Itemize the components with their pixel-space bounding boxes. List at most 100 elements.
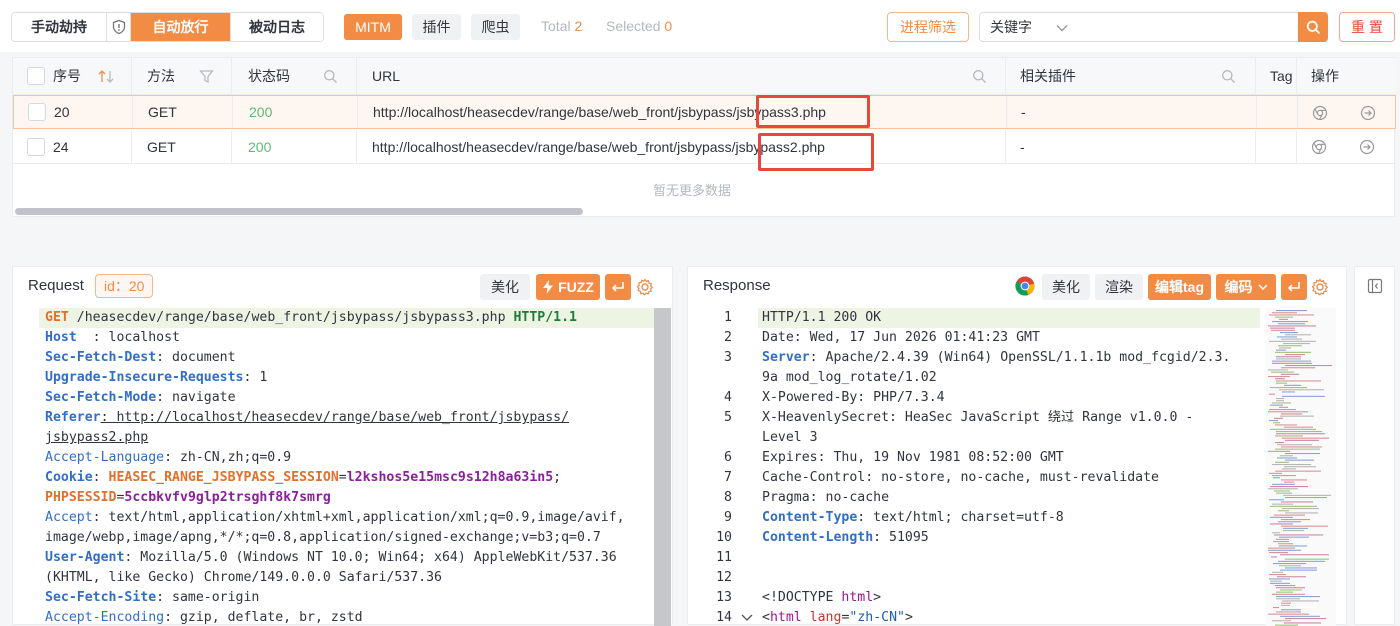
minimap-line bbox=[1279, 318, 1288, 320]
code-token: : text/html,application/xhtml+xml,applic… bbox=[92, 510, 625, 525]
minimap-line bbox=[1270, 486, 1308, 488]
code-line: Host : localhost bbox=[45, 328, 665, 348]
highlight-box bbox=[758, 133, 874, 171]
minimap-line bbox=[1268, 325, 1316, 327]
reset-button[interactable]: 重 置 bbox=[1339, 12, 1395, 42]
code-token: Cookie bbox=[45, 470, 93, 485]
search-icon[interactable] bbox=[972, 69, 987, 84]
code-token: Host bbox=[45, 330, 77, 345]
filter-icon[interactable] bbox=[199, 69, 214, 84]
search-button[interactable] bbox=[1298, 12, 1328, 42]
encode-dropdown[interactable]: 编码 bbox=[1216, 274, 1276, 300]
minimap-line bbox=[1269, 578, 1290, 580]
fold-chevron-icon[interactable] bbox=[740, 613, 754, 623]
search-type-value: 关键字 bbox=[990, 19, 1032, 35]
code-token: Sec-Fetch-Dest bbox=[45, 350, 157, 365]
minimap-line bbox=[1268, 450, 1290, 452]
enter-icon bbox=[1287, 282, 1300, 292]
code-line: Sec-Fetch-Mode: navigate bbox=[45, 388, 665, 408]
browser-icon[interactable] bbox=[1311, 139, 1327, 155]
minimap-preview bbox=[1268, 310, 1332, 626]
minimap-line bbox=[1282, 391, 1295, 393]
search-type-select[interactable]: 关键字 bbox=[979, 12, 1079, 42]
code-line: Content-Length: 51095 bbox=[762, 528, 1262, 548]
request-editor[interactable]: GET /heasecdev/range/base/web_front/jsby… bbox=[13, 308, 673, 626]
mode-auto-button[interactable]: 自动放行 bbox=[131, 13, 231, 41]
code-token: HTTP/1.1 bbox=[513, 310, 577, 325]
minimap-line bbox=[1281, 519, 1310, 521]
code-line: jsbypass2.php bbox=[45, 428, 665, 448]
minimap-line bbox=[1276, 349, 1286, 351]
row-seq: 20 bbox=[54, 104, 70, 120]
minimap-line bbox=[1272, 464, 1311, 466]
response-editor[interactable]: 1 2 3 4 5 6 7 8 9 10 11 12 13 14 HTTP/1.1 200 OK Date:… bbox=[688, 308, 1347, 626]
edit-tag-button[interactable]: 编辑tag bbox=[1148, 274, 1211, 300]
minimap-line bbox=[1276, 431, 1322, 433]
minimap-line bbox=[1281, 604, 1290, 606]
row-plugins: - bbox=[1021, 104, 1026, 120]
minimap-line bbox=[1280, 415, 1314, 417]
minimap-line bbox=[1276, 538, 1289, 540]
minimap-line bbox=[1281, 367, 1315, 369]
code-token: lang bbox=[809, 610, 842, 625]
table-row[interactable]: 20 GET 200 http://localhost/heasecdev/ra… bbox=[13, 95, 1396, 129]
minimap-line bbox=[1269, 393, 1275, 395]
minimap-line bbox=[1271, 556, 1277, 558]
process-filter-button[interactable]: 进程筛选 bbox=[887, 12, 969, 42]
minimap-line bbox=[1274, 417, 1283, 419]
mode-manual-button[interactable]: 手动劫持 bbox=[12, 13, 107, 41]
code-token: : 1 bbox=[243, 370, 268, 385]
row-checkbox[interactable] bbox=[27, 137, 45, 156]
code-token: HTTP/1.1 200 OK bbox=[762, 310, 882, 325]
render-button[interactable]: 渲染 bbox=[1095, 274, 1143, 300]
send-button[interactable] bbox=[1281, 274, 1307, 300]
shield-info-icon[interactable] bbox=[107, 13, 131, 41]
search-icon[interactable] bbox=[323, 69, 338, 84]
search-icon bbox=[1306, 20, 1320, 34]
vertical-scrollbar[interactable] bbox=[654, 308, 671, 626]
code-minimap[interactable] bbox=[1266, 308, 1336, 626]
horizontal-scrollbar[interactable] bbox=[15, 208, 583, 215]
code-line: Level 3 bbox=[762, 428, 1262, 448]
panel-toggle-icon[interactable] bbox=[1367, 278, 1383, 294]
gear-icon[interactable] bbox=[636, 278, 654, 296]
fuzz-button[interactable]: FUZZ bbox=[536, 274, 600, 300]
gear-icon[interactable] bbox=[1311, 278, 1329, 296]
line-number: 14 bbox=[716, 610, 732, 625]
code-token: "zh-CN" bbox=[849, 610, 905, 625]
minimap-line bbox=[1275, 351, 1311, 353]
code-token: < bbox=[762, 610, 770, 625]
code-token: html bbox=[769, 610, 802, 625]
search-icon[interactable] bbox=[1221, 69, 1236, 84]
tag-mitm[interactable]: MITM bbox=[344, 14, 402, 40]
beautify-button[interactable]: 美化 bbox=[1042, 274, 1090, 300]
browser-icon[interactable] bbox=[1312, 105, 1328, 121]
minimap-line bbox=[1275, 461, 1289, 463]
goto-icon[interactable] bbox=[1359, 139, 1375, 155]
line-number: 10 bbox=[716, 530, 732, 545]
code-line: Upgrade-Insecure-Requests: 1 bbox=[45, 368, 665, 388]
row-checkbox[interactable] bbox=[28, 103, 46, 121]
minimap-line bbox=[1279, 389, 1324, 391]
sort-icon[interactable] bbox=[97, 69, 117, 84]
minimap-line bbox=[1273, 563, 1306, 565]
chrome-icon[interactable] bbox=[1015, 276, 1035, 296]
minimap-line bbox=[1278, 323, 1305, 325]
minimap-line bbox=[1273, 477, 1280, 479]
tag-crawler[interactable]: 爬虫 bbox=[471, 14, 520, 40]
minimap-line bbox=[1274, 490, 1290, 492]
table-row[interactable]: 24 GET 200 http://localhost/heasecdev/ra… bbox=[13, 130, 1396, 164]
search-input[interactable] bbox=[1078, 12, 1299, 42]
tag-plugin[interactable]: 插件 bbox=[412, 14, 461, 40]
beautify-button[interactable]: 美化 bbox=[480, 274, 530, 300]
goto-icon[interactable] bbox=[1360, 105, 1376, 121]
code-line: Referer: http://localhost/heasecdev/rang… bbox=[45, 408, 665, 428]
minimap-line bbox=[1268, 547, 1295, 549]
total-count: Total 2 bbox=[541, 18, 583, 34]
mode-passive-button[interactable]: 被动日志 bbox=[231, 13, 323, 41]
send-button[interactable] bbox=[605, 274, 631, 300]
minimap-line bbox=[1270, 580, 1282, 582]
select-all-checkbox[interactable] bbox=[27, 67, 45, 85]
